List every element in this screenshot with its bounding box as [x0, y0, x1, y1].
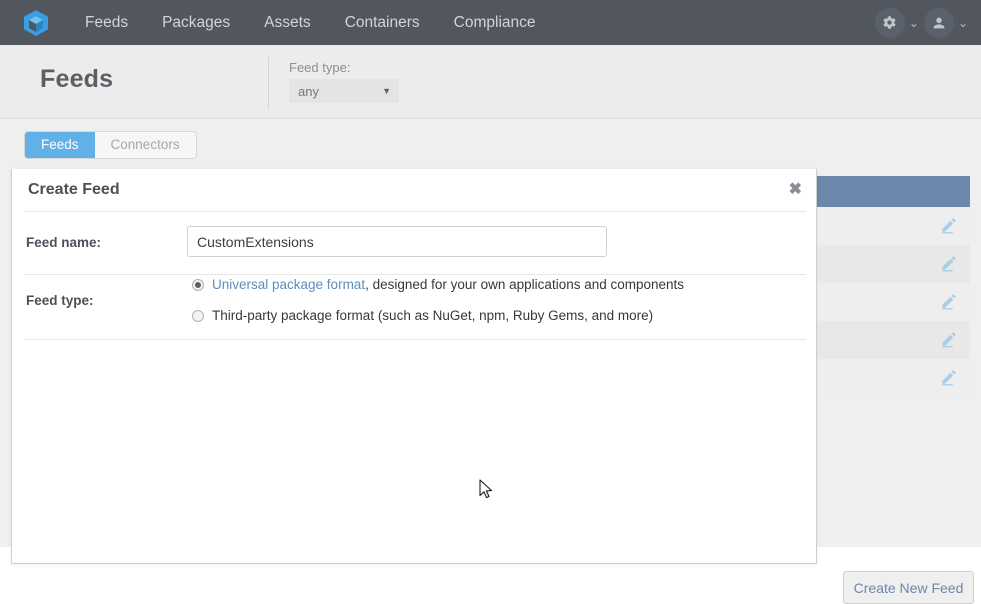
nav-link-packages[interactable]: Packages: [145, 0, 247, 45]
feed-type-filter-label: Feed type:: [289, 60, 351, 75]
pencil-edit-icon[interactable]: [940, 216, 958, 234]
app-logo-icon[interactable]: [18, 5, 54, 41]
tab-connectors[interactable]: Connectors: [94, 132, 196, 158]
modal-separator: [24, 211, 806, 212]
tab-feeds[interactable]: Feeds: [25, 132, 95, 158]
third-party-format-description: Third-party package format (such as NuGe…: [212, 308, 654, 323]
pencil-edit-icon[interactable]: [940, 330, 958, 348]
chevron-down-icon: ▼: [382, 86, 391, 96]
pencil-edit-icon[interactable]: [940, 254, 958, 272]
nav-right-actions: ⌄ ⌄: [874, 0, 973, 45]
pencil-edit-icon[interactable]: [940, 292, 958, 310]
header-divider: [268, 57, 269, 109]
radio-button-unselected-icon[interactable]: [192, 310, 204, 322]
segmented-tabs: Feeds Connectors: [24, 131, 197, 159]
nav-link-feeds[interactable]: Feeds: [68, 0, 145, 45]
feed-type-filter-select[interactable]: any ▼: [289, 79, 399, 103]
universal-format-description: , designed for your own applications and…: [365, 277, 685, 292]
user-chevron-down-icon[interactable]: ⌄: [958, 17, 968, 29]
user-menu-button[interactable]: [923, 7, 954, 38]
universal-format-link[interactable]: Universal package format: [212, 277, 365, 292]
user-avatar-icon: [933, 17, 945, 28]
page-title: Feeds: [40, 65, 114, 93]
gear-icon: [883, 16, 896, 29]
feed-type-label: Feed type:: [26, 293, 94, 308]
settings-button[interactable]: [874, 7, 905, 38]
nav-link-compliance[interactable]: Compliance: [437, 0, 553, 45]
settings-chevron-down-icon[interactable]: ⌄: [909, 17, 919, 29]
feed-type-filter-value: any: [298, 83, 319, 99]
radio-option-third-party[interactable]: Third-party package format (such as NuGe…: [192, 308, 653, 323]
feed-name-label: Feed name:: [26, 235, 102, 250]
top-navigation-bar: Feeds Packages Assets Containers Complia…: [0, 0, 981, 45]
nav-link-assets[interactable]: Assets: [247, 0, 328, 45]
modal-separator: [24, 274, 806, 275]
pencil-edit-icon[interactable]: [940, 368, 958, 386]
close-icon[interactable]: ✖: [785, 180, 806, 200]
nav-links: Feeds Packages Assets Containers Complia…: [68, 0, 553, 45]
feed-name-input[interactable]: [187, 226, 607, 257]
modal-title: Create Feed: [28, 181, 120, 198]
tab-strip: Feeds Connectors: [0, 119, 981, 166]
radio-button-selected-icon[interactable]: [192, 279, 204, 291]
radio-option-universal[interactable]: Universal package format, designed for y…: [192, 277, 684, 292]
create-new-feed-button[interactable]: Create New Feed: [843, 571, 974, 604]
page-header: Feeds Feed type: any ▼: [0, 45, 981, 119]
nav-link-containers[interactable]: Containers: [328, 0, 437, 45]
create-feed-modal: Create Feed ✖ Feed name: Feed type: Univ…: [11, 169, 817, 564]
modal-separator: [24, 339, 806, 340]
